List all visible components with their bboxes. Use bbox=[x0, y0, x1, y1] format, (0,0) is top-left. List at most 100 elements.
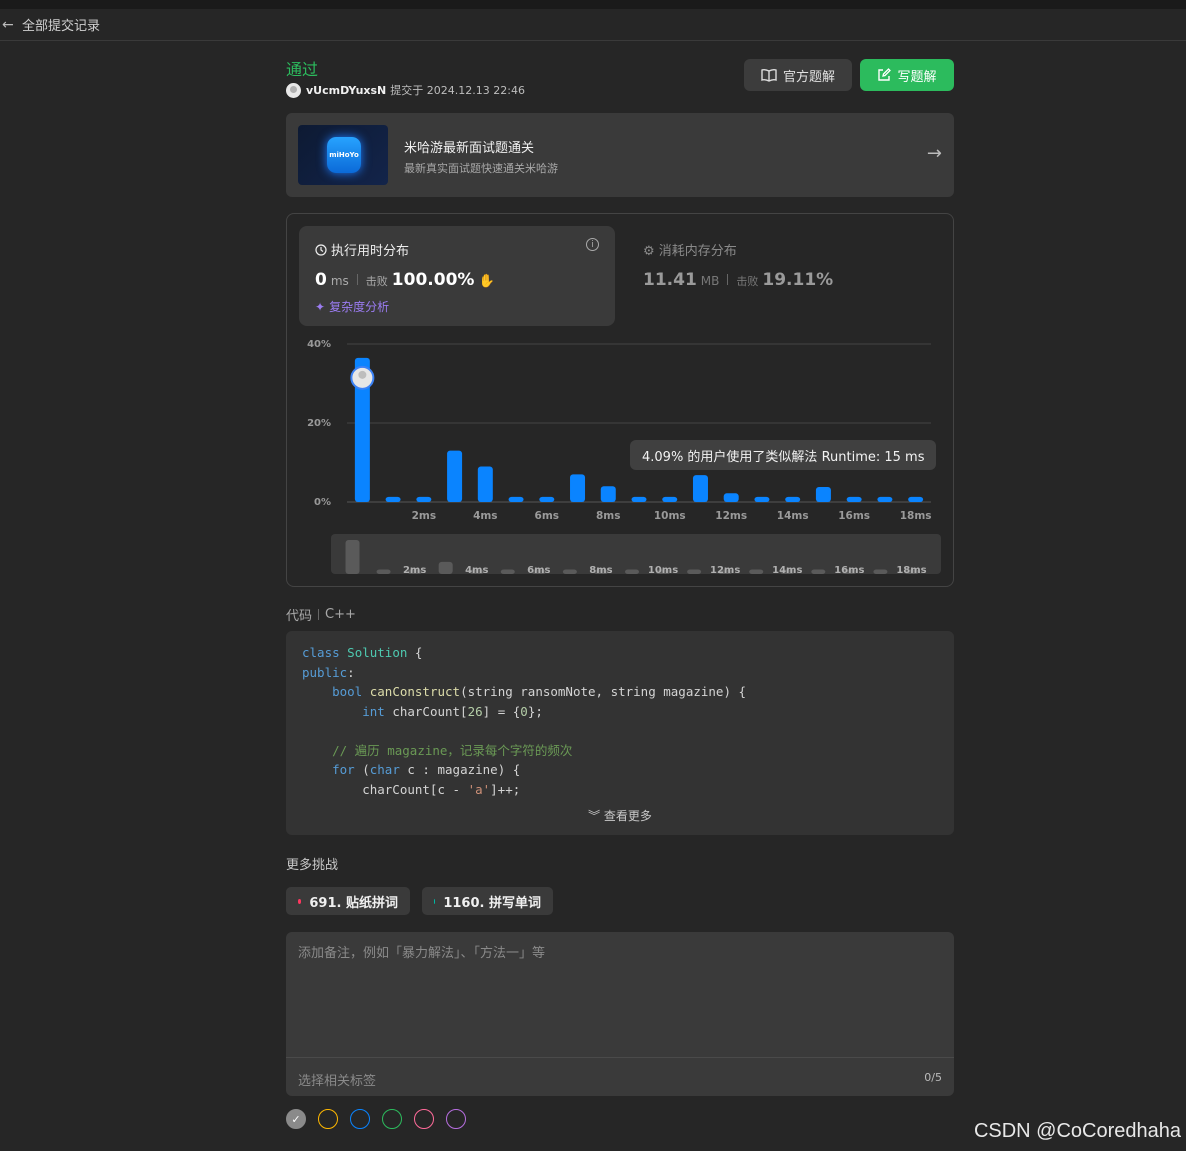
memory-unit: MB bbox=[700, 274, 720, 288]
chart-bar bbox=[508, 496, 524, 502]
official-solution-label: 官方题解 bbox=[782, 69, 835, 85]
divider bbox=[356, 274, 358, 285]
chart-bar bbox=[723, 493, 739, 502]
chart-bar bbox=[662, 496, 678, 502]
chart-bar bbox=[754, 496, 770, 502]
divider bbox=[727, 274, 729, 285]
username[interactable]: vUcmDYuxsN bbox=[306, 84, 386, 97]
code-header: 代码 C++ bbox=[286, 605, 356, 624]
official-solution-button[interactable]: 官方题解 bbox=[744, 59, 852, 91]
chart-bar bbox=[539, 496, 555, 502]
challenge-chip-1160[interactable]: 1160. 拼写单词 bbox=[422, 887, 553, 915]
x-tick-label: 14ms bbox=[777, 510, 809, 522]
overview-bar bbox=[625, 569, 639, 574]
runtime-unit: ms bbox=[330, 274, 349, 288]
performance-panel: 执行用时分布 i 0 ms 击败 100.00% ✋ ✦ 复杂度分析 ⚙ 消耗内… bbox=[286, 213, 954, 587]
color-option-yellow[interactable] bbox=[318, 1109, 338, 1129]
color-option-green[interactable] bbox=[382, 1109, 402, 1129]
chart-bar bbox=[815, 486, 831, 502]
user-position-marker-head bbox=[358, 370, 367, 379]
code-content[interactable]: class Solution {public: bool canConstruc… bbox=[302, 643, 746, 799]
runtime-beat-pct: 100.00% bbox=[391, 270, 475, 290]
y-tick-label: 40% bbox=[307, 339, 331, 350]
color-option-pink[interactable] bbox=[414, 1109, 434, 1129]
y-tick-label: 20% bbox=[307, 418, 331, 429]
overview-x-label: 2ms bbox=[403, 565, 426, 576]
more-challenges-title: 更多挑战 bbox=[286, 858, 339, 873]
overview-x-label: 12ms bbox=[710, 565, 740, 576]
x-tick-label: 12ms bbox=[715, 510, 747, 522]
memory-title[interactable]: ⚙ 消耗内存分布 bbox=[643, 240, 737, 259]
memory-value-row[interactable]: 11.41 MB 击败 19.11% bbox=[643, 270, 833, 290]
tag-count: 0/5 bbox=[924, 1071, 942, 1084]
back-bar[interactable]: ← 全部提交记录 bbox=[0, 9, 1186, 41]
x-tick-label: 4ms bbox=[473, 510, 498, 522]
user-avatar[interactable] bbox=[286, 82, 301, 98]
code-line: bool canConstruct(string ransomNote, str… bbox=[332, 684, 747, 699]
challenge-label: 691. 贴纸拼词 bbox=[309, 895, 398, 911]
complexity-analysis-link[interactable]: ✦ 复杂度分析 bbox=[315, 298, 389, 315]
code-block[interactable]: class Solution {public: bool canConstruc… bbox=[286, 631, 954, 835]
write-solution-button[interactable]: 写题解 bbox=[860, 59, 954, 91]
note-color-picker: ✓ bbox=[286, 1109, 466, 1129]
chart-bar bbox=[416, 496, 432, 502]
chart-bar bbox=[600, 486, 616, 502]
arrow-left-icon[interactable]: ← bbox=[2, 17, 16, 33]
chart-bar bbox=[631, 496, 647, 502]
overview-bar bbox=[811, 569, 826, 574]
submitted-time: 提交于 2024.12.13 22:46 bbox=[390, 84, 525, 97]
runtime-title: 执行用时分布 bbox=[315, 240, 409, 259]
clock-icon bbox=[315, 243, 327, 256]
overview-x-label: 14ms bbox=[772, 565, 802, 576]
overview-x-label: 4ms bbox=[465, 565, 488, 576]
chart-bar bbox=[692, 475, 708, 502]
runtime-value: 0 bbox=[315, 270, 327, 290]
show-more-label: 查看更多 bbox=[603, 809, 652, 823]
sparkle-icon: ✦ bbox=[315, 299, 326, 314]
challenge-chip-691[interactable]: 691. 贴纸拼词 bbox=[286, 887, 410, 915]
banner-title: 米哈游最新面试题通关 bbox=[404, 141, 535, 156]
difficulty-dot bbox=[434, 898, 436, 904]
code-line: // 遍历 magazine，记录每个字符的频次 bbox=[332, 742, 573, 758]
chart-bar bbox=[908, 496, 924, 502]
promo-banner[interactable]: miHoYo 米哈游最新面试题通关 最新真实面试题快速通关米哈游 → bbox=[286, 113, 954, 197]
watermark: CSDN @CoCoredhaha bbox=[973, 1120, 1181, 1142]
notes-input[interactable] bbox=[298, 942, 938, 1042]
code-line: for (char c : magazine) { bbox=[332, 762, 521, 777]
runtime-value-row: 0 ms 击败 100.00% ✋ bbox=[315, 270, 495, 290]
memory-title-text: 消耗内存分布 bbox=[658, 244, 737, 259]
overview-bar bbox=[376, 569, 391, 574]
chart-tooltip: 4.09% 的用户使用了类似解法 Runtime: 15 ms bbox=[630, 440, 937, 470]
show-more-button[interactable]: ︾ 查看更多 bbox=[286, 807, 954, 824]
overview-x-label: 10ms bbox=[648, 565, 678, 576]
chart-bar bbox=[846, 496, 862, 502]
window-top-strip bbox=[0, 0, 1186, 9]
banner-subtitle: 最新真实面试题快速通关米哈游 bbox=[404, 162, 558, 175]
runtime-card[interactable]: 执行用时分布 i 0 ms 击败 100.00% ✋ ✦ 复杂度分析 bbox=[299, 226, 615, 326]
arrow-right-icon[interactable]: → bbox=[927, 143, 942, 164]
difficulty-dot bbox=[298, 898, 302, 904]
back-label[interactable]: 全部提交记录 bbox=[22, 15, 100, 34]
code-label: 代码 bbox=[286, 609, 313, 624]
x-tick-label: 18ms bbox=[900, 510, 932, 522]
overview-x-label: 16ms bbox=[834, 565, 864, 576]
chevrons-down-icon: ︾ bbox=[588, 809, 601, 823]
color-option-blue[interactable] bbox=[350, 1109, 370, 1129]
overview-x-label: 8ms bbox=[589, 565, 612, 576]
check-icon: ✓ bbox=[291, 1112, 301, 1126]
color-option-purple[interactable] bbox=[446, 1109, 466, 1129]
divider bbox=[318, 609, 320, 620]
overview-bar bbox=[562, 569, 577, 574]
overview-bar bbox=[873, 569, 888, 574]
notes-panel: 选择相关标签 0/5 bbox=[286, 932, 954, 1096]
color-option-gray[interactable]: ✓ bbox=[286, 1109, 306, 1129]
chart-bar bbox=[570, 474, 586, 502]
code-line: class Solution { bbox=[302, 645, 423, 660]
y-tick-label: 0% bbox=[314, 497, 331, 508]
chart-bar bbox=[477, 466, 493, 502]
info-icon[interactable]: i bbox=[586, 238, 599, 251]
chart-bar bbox=[877, 496, 893, 502]
memory-value: 11.41 bbox=[643, 270, 697, 290]
tag-select[interactable]: 选择相关标签 bbox=[298, 1070, 376, 1089]
